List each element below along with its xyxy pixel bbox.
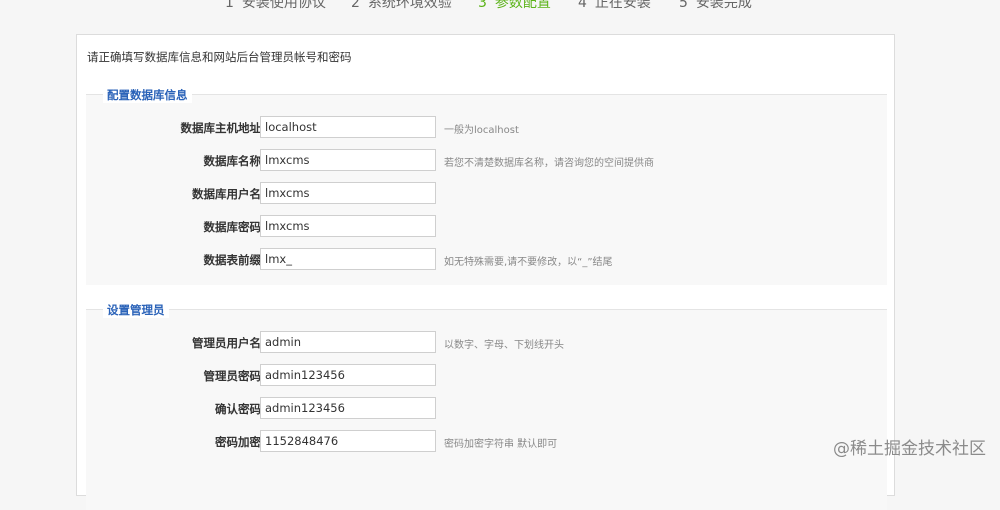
- db-host-input[interactable]: [260, 116, 436, 138]
- db-prefix-hint: 如无特殊需要,请不要修改，以“_”结尾: [444, 257, 613, 268]
- password-salt-label: 密码加密: [215, 435, 261, 449]
- db-host-label: 数据库主机地址: [180, 121, 262, 135]
- confirm-password-label: 确认密码: [215, 402, 261, 416]
- step-4: 4 正在安装: [578, 0, 651, 11]
- db-user-input[interactable]: [260, 182, 436, 204]
- step-1: 1 安装使用协议: [225, 0, 326, 11]
- step-5: 5 安装完成: [679, 0, 752, 11]
- install-steps: 1 安装使用协议 2 系统环境效验 3 参数配置 4 正在安装 5 安装完成: [0, 0, 1000, 14]
- password-salt-input[interactable]: [260, 430, 436, 452]
- database-section: 配置数据库信息 数据库主机地址 一般为localhost 数据库名称 若您不清楚…: [86, 87, 887, 285]
- intro-text: 请正确填写数据库信息和网站后台管理员帐号和密码: [87, 50, 352, 64]
- db-prefix-row: 数据表前缀 如无特殊需要,请不要修改，以“_”结尾: [86, 248, 887, 272]
- admin-password-label: 管理员密码: [203, 369, 262, 383]
- admin-password-input[interactable]: [260, 364, 436, 386]
- admin-password-row: 管理员密码: [86, 364, 887, 388]
- db-prefix-input[interactable]: [260, 248, 436, 270]
- admin-section-title: 设置管理员: [103, 302, 169, 318]
- db-user-label: 数据库用户名: [192, 187, 261, 201]
- admin-section: 设置管理员 管理员用户名 以数字、字母、下划线开头 管理员密码 确认密码 密码加…: [86, 302, 887, 510]
- confirm-password-input[interactable]: [260, 397, 436, 419]
- db-name-label: 数据库名称: [203, 154, 262, 168]
- db-host-hint: 一般为localhost: [444, 125, 519, 136]
- password-salt-hint: 密码加密字符串 默认即可: [444, 439, 558, 450]
- db-prefix-label: 数据表前缀: [203, 253, 262, 267]
- db-password-row: 数据库密码: [86, 215, 887, 239]
- watermark: @稀土掘金技术社区: [833, 439, 986, 459]
- step-2: 2 系统环境效验: [351, 0, 452, 11]
- confirm-password-row: 确认密码: [86, 397, 887, 421]
- db-user-row: 数据库用户名: [86, 182, 887, 206]
- db-host-row: 数据库主机地址 一般为localhost: [86, 116, 887, 140]
- db-password-input[interactable]: [260, 215, 436, 237]
- db-name-row: 数据库名称 若您不清楚数据库名称，请咨询您的空间提供商: [86, 149, 887, 173]
- db-name-input[interactable]: [260, 149, 436, 171]
- database-section-title: 配置数据库信息: [103, 87, 192, 103]
- db-name-hint: 若您不清楚数据库名称，请咨询您的空间提供商: [444, 158, 654, 169]
- db-password-label: 数据库密码: [203, 220, 262, 234]
- step-3-active: 3 参数配置: [478, 0, 551, 11]
- admin-user-row: 管理员用户名 以数字、字母、下划线开头: [86, 331, 887, 355]
- admin-user-input[interactable]: [260, 331, 436, 353]
- password-salt-row: 密码加密 密码加密字符串 默认即可: [86, 430, 887, 454]
- admin-user-label: 管理员用户名: [192, 336, 261, 350]
- admin-user-hint: 以数字、字母、下划线开头: [444, 340, 564, 351]
- config-panel: 请正确填写数据库信息和网站后台管理员帐号和密码 配置数据库信息 数据库主机地址 …: [76, 34, 895, 510]
